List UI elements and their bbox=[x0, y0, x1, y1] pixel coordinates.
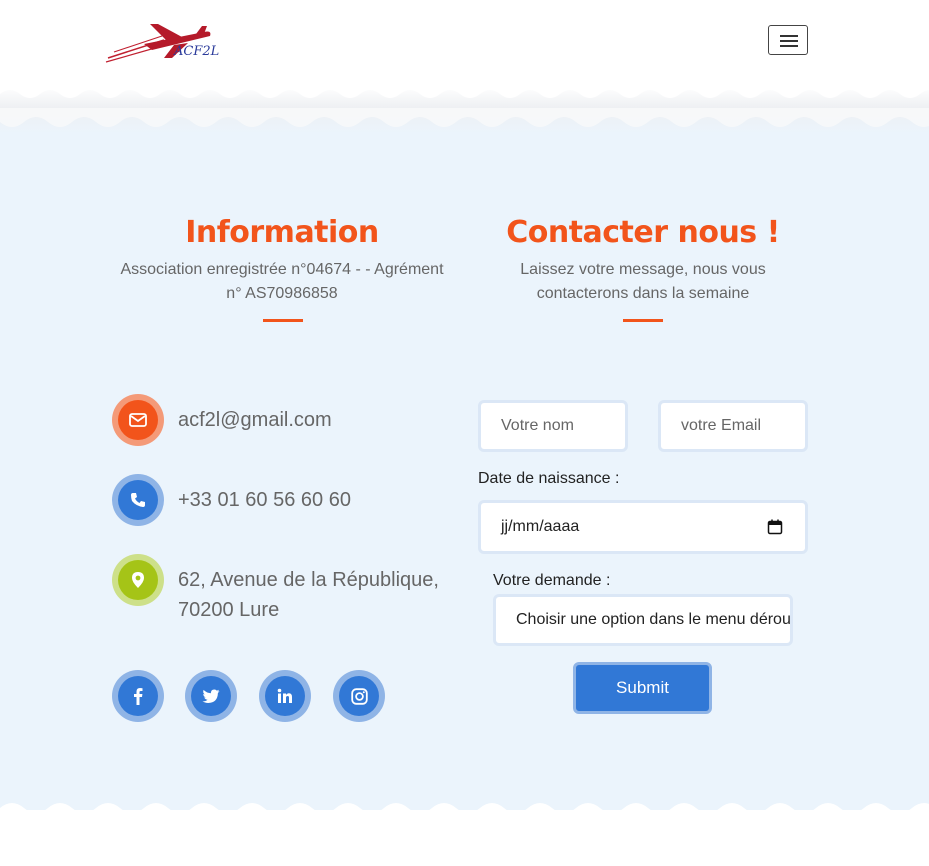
menu-bar-icon bbox=[780, 45, 798, 47]
submit-button[interactable]: Submit bbox=[573, 662, 712, 714]
site-logo[interactable]: ACF2L bbox=[104, 18, 224, 68]
menu-bar-icon bbox=[780, 35, 798, 37]
facebook-link[interactable] bbox=[112, 670, 164, 722]
request-label: Votre demande : bbox=[493, 572, 611, 589]
airplane-logo-icon bbox=[105, 24, 211, 63]
information-title: Information bbox=[185, 215, 379, 250]
contact-subtitle-line2: contacterons dans la semaine bbox=[536, 285, 750, 302]
map-pin-icon bbox=[132, 572, 144, 588]
menu-bar-icon bbox=[780, 40, 798, 42]
contact-subtitle-line1: Laissez votre message, nous vous bbox=[520, 261, 766, 278]
information-underline bbox=[263, 319, 303, 322]
request-select-value: Choisir une option dans le menu déroulan… bbox=[516, 611, 793, 628]
calendar-icon[interactable] bbox=[767, 519, 783, 535]
email-input-placeholder: votre Email bbox=[681, 417, 762, 434]
linkedin-link[interactable] bbox=[259, 670, 311, 722]
contact-address: 62, Avenue de la République, 70200 Lure bbox=[178, 565, 439, 625]
instagram-icon bbox=[350, 687, 368, 705]
contact-underline bbox=[623, 319, 663, 322]
birthdate-label: Date de naissance : bbox=[478, 470, 620, 487]
information-subtitle: Association enregistrée n°04674 - - Agré… bbox=[112, 258, 452, 306]
information-subtitle-line1: Association enregistrée n°04674 - - Agré… bbox=[120, 261, 444, 278]
twitter-icon bbox=[202, 689, 220, 703]
envelope-icon bbox=[129, 413, 147, 427]
address-line2: 70200 Lure bbox=[178, 599, 280, 621]
site-header: ACF2L bbox=[0, 0, 929, 90]
birthdate-input[interactable]: jj/mm/aaaa bbox=[478, 500, 808, 554]
information-subtitle-line2: n° AS70986858 bbox=[226, 285, 338, 302]
logo-text: ACF2L bbox=[174, 44, 220, 59]
contact-email[interactable]: acf2l@gmail.com bbox=[178, 405, 332, 435]
email-icon-badge bbox=[112, 394, 164, 446]
facebook-icon bbox=[134, 688, 143, 705]
name-input[interactable]: Votre nom bbox=[478, 400, 628, 452]
location-icon-badge bbox=[112, 554, 164, 606]
contact-phone[interactable]: +33 01 60 56 60 60 bbox=[178, 485, 351, 515]
top-wave-divider bbox=[0, 86, 929, 134]
twitter-link[interactable] bbox=[185, 670, 237, 722]
phone-icon-badge bbox=[112, 474, 164, 526]
instagram-link[interactable] bbox=[333, 670, 385, 722]
email-input[interactable]: votre Email bbox=[658, 400, 808, 452]
phone-icon bbox=[131, 493, 145, 507]
contact-subtitle: Laissez votre message, nous vous contact… bbox=[478, 258, 808, 306]
name-input-placeholder: Votre nom bbox=[501, 417, 574, 434]
address-line1: 62, Avenue de la République, bbox=[178, 569, 439, 591]
request-select[interactable]: Choisir une option dans le menu déroulan… bbox=[493, 594, 793, 646]
birthdate-value: jj/mm/aaaa bbox=[501, 518, 580, 535]
hamburger-menu-button[interactable] bbox=[768, 25, 808, 55]
contact-title: Contacter nous ! bbox=[506, 215, 780, 250]
bottom-wave-divider bbox=[0, 803, 929, 822]
linkedin-icon bbox=[277, 688, 292, 703]
